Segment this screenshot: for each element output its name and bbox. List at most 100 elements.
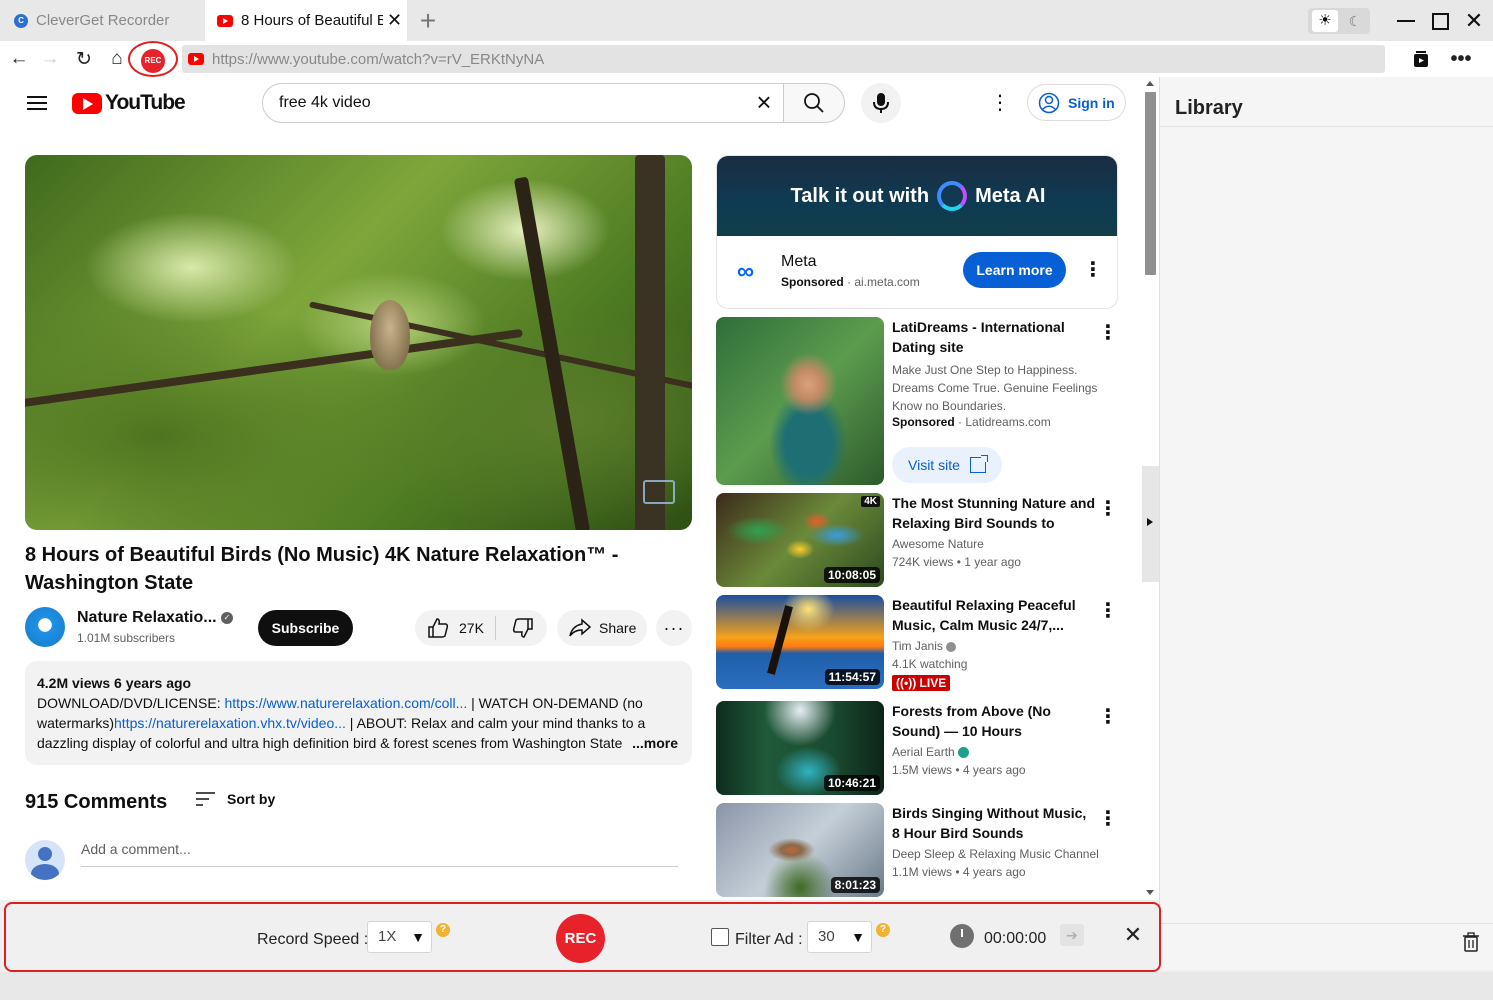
recommendation-item[interactable]: 8:01:23 Birds Singing Without Music, 8 H… — [716, 803, 1118, 897]
sign-in-button[interactable]: Sign in — [1027, 84, 1126, 121]
clear-search-icon[interactable]: × — [750, 89, 778, 117]
browser-viewport: YouTube free 4k video × ⋮ Sign in 8 Hour… — [0, 77, 1142, 900]
sponsored-kebab-icon[interactable]: ⋮ — [1098, 321, 1118, 345]
close-window-button[interactable]: ✕ — [1460, 8, 1488, 34]
tab-label: 8 Hours of Beautiful B — [241, 12, 383, 29]
user-avatar — [25, 840, 65, 880]
recommendation-meta: 1.1M views • 4 years ago — [892, 865, 1026, 879]
rec-toolbar-button[interactable]: REC — [128, 41, 178, 77]
youtube-logo[interactable]: YouTube — [72, 91, 186, 115]
new-tab-button[interactable]: + — [414, 5, 442, 36]
recommendation-channel[interactable]: Deep Sleep & Relaxing Music Channel — [892, 847, 1099, 861]
voice-search-button[interactable] — [861, 83, 901, 123]
sponsored-item[interactable]: LatiDreams - International Dating site M… — [716, 317, 1118, 489]
scroll-up-arrow-icon[interactable] — [1146, 81, 1154, 86]
account-icon — [1038, 92, 1060, 113]
theme-toggle[interactable]: ☀ ☾ — [1308, 8, 1370, 34]
on-demand-link[interactable]: https://naturerelaxation.vhx.tv/video... — [114, 715, 346, 731]
recommendation-kebab-icon[interactable]: ⋮ — [1098, 497, 1118, 521]
moon-icon[interactable]: ☾ — [1344, 10, 1366, 32]
recommendation-title[interactable]: Beautiful Relaxing Peaceful Music, Calm … — [892, 595, 1097, 635]
visit-site-button[interactable]: Visit site — [892, 447, 1002, 483]
forward-arrow-icon[interactable]: → — [38, 47, 62, 71]
home-icon[interactable]: ⌂ — [105, 47, 129, 71]
recommendation-meta: 4.1K watching — [892, 657, 968, 671]
search-input[interactable]: free 4k video — [262, 83, 784, 123]
tab-youtube-video[interactable]: 8 Hours of Beautiful B ✕ — [205, 0, 407, 41]
recommendation-item[interactable]: 11:54:57 Beautiful Relaxing Peaceful Mus… — [716, 595, 1118, 691]
sponsored-thumbnail[interactable] — [716, 317, 884, 485]
recommendation-thumbnail[interactable]: 4K 10:08:05 — [716, 493, 884, 587]
video-description[interactable]: 4.2M views 6 years ago DOWNLOAD/DVD/LICE… — [25, 661, 692, 765]
recommendation-thumbnail[interactable]: 11:54:57 — [716, 595, 884, 689]
ad-card[interactable]: Talk it out with Meta AI ∞ Meta Sponsore… — [716, 155, 1118, 309]
show-more-link[interactable]: ...more — [626, 733, 678, 753]
rec-button[interactable]: REC — [556, 914, 605, 963]
share-button[interactable]: Share — [557, 610, 647, 646]
filter-ad-select[interactable]: 30 ▼ — [807, 921, 872, 953]
recommendation-kebab-icon[interactable]: ⋮ — [1098, 599, 1118, 623]
address-bar: ← → ↻ ⌂ REC https://www.youtube.com/watc… — [0, 41, 1493, 77]
cleverget-logo-icon: C — [14, 13, 28, 28]
subscribe-button[interactable]: Subscribe — [258, 610, 353, 646]
channel-watermark-icon — [643, 480, 675, 504]
export-arrow-icon[interactable]: ➔ — [1060, 924, 1084, 946]
minimize-button[interactable] — [1392, 8, 1420, 34]
settings-kebab-icon[interactable]: ⋮ — [990, 91, 1010, 115]
recommendation-channel[interactable]: Awesome Nature — [892, 537, 984, 551]
recommendation-title[interactable]: Birds Singing Without Music, 8 Hour Bird… — [892, 803, 1097, 843]
library-toggle-handle[interactable] — [1142, 466, 1159, 582]
recommendation-title[interactable]: The Most Stunning Nature and Relaxing Bi… — [892, 493, 1097, 533]
ad-banner[interactable]: Talk it out with Meta AI — [717, 156, 1117, 236]
license-link[interactable]: https://www.naturerelaxation.com/coll... — [224, 695, 467, 711]
recommendation-kebab-icon[interactable]: ⋮ — [1098, 807, 1118, 831]
bird-image — [370, 300, 410, 370]
ad-advertiser: Meta — [781, 253, 817, 270]
chevron-down-icon: ▼ — [411, 929, 425, 945]
learn-more-button[interactable]: Learn more — [963, 252, 1066, 288]
tab-cleverget-recorder[interactable]: C CleverGet Recorder — [0, 0, 205, 41]
filter-help-icon[interactable]: ? — [876, 923, 890, 937]
filter-ad-checkbox[interactable] — [711, 928, 729, 946]
globe-icon — [958, 747, 970, 759]
more-options-icon[interactable]: ••• — [1449, 47, 1473, 71]
like-button[interactable]: 27K — [415, 610, 495, 646]
sponsored-title[interactable]: LatiDreams - International Dating site — [892, 317, 1097, 357]
close-tab-icon[interactable]: ✕ — [387, 10, 402, 31]
comment-input[interactable]: Add a comment... — [81, 841, 678, 867]
video-duration: 10:08:05 — [823, 567, 880, 583]
scroll-down-arrow-icon[interactable] — [1146, 890, 1154, 895]
channel-avatar[interactable] — [25, 607, 65, 647]
dislike-button[interactable] — [499, 610, 547, 646]
close-record-panel-icon[interactable]: ✕ — [1122, 922, 1144, 948]
reload-icon[interactable]: ↻ — [72, 47, 96, 71]
ad-kebab-icon[interactable]: ⋮ — [1083, 258, 1103, 282]
recommendation-channel[interactable]: Tim Janis — [892, 639, 957, 653]
sun-icon[interactable]: ☀ — [1312, 10, 1338, 32]
palm-tree-image — [767, 605, 793, 675]
recommendation-thumbnail[interactable]: 10:46:21 — [716, 701, 884, 795]
speed-help-icon[interactable]: ? — [436, 923, 450, 937]
library-title: Library — [1175, 97, 1243, 119]
recommendation-title[interactable]: Forests from Above (No Sound) — 10 Hours… — [892, 701, 1097, 741]
url-text: https://www.youtube.com/watch?v=rV_ERKtN… — [212, 50, 545, 68]
channel-name[interactable]: Nature Relaxatio... — [77, 609, 217, 627]
more-actions-button[interactable]: ··· — [656, 610, 692, 646]
recommendation-item[interactable]: 4K 10:08:05 The Most Stunning Nature and… — [716, 493, 1118, 587]
sort-comments-button[interactable]: Sort by — [195, 791, 275, 807]
video-player[interactable] — [25, 155, 692, 530]
recommendation-channel[interactable]: Aerial Earth — [892, 745, 970, 759]
download-list-icon[interactable] — [1409, 47, 1433, 71]
back-arrow-icon[interactable]: ← — [7, 47, 31, 71]
trash-icon[interactable] — [1460, 932, 1482, 954]
recommendation-item[interactable]: 10:46:21 Forests from Above (No Sound) —… — [716, 701, 1118, 795]
recommendation-kebab-icon[interactable]: ⋮ — [1098, 705, 1118, 729]
scroll-thumb[interactable] — [1145, 92, 1156, 275]
record-speed-select[interactable]: 1X ▼ — [367, 921, 432, 953]
url-field[interactable]: https://www.youtube.com/watch?v=rV_ERKtN… — [182, 45, 1385, 73]
library-panel: Library — [1159, 77, 1493, 970]
recommendation-thumbnail[interactable]: 8:01:23 — [716, 803, 884, 897]
search-button[interactable] — [783, 83, 845, 123]
menu-icon[interactable] — [27, 96, 47, 110]
maximize-button[interactable] — [1426, 8, 1454, 34]
